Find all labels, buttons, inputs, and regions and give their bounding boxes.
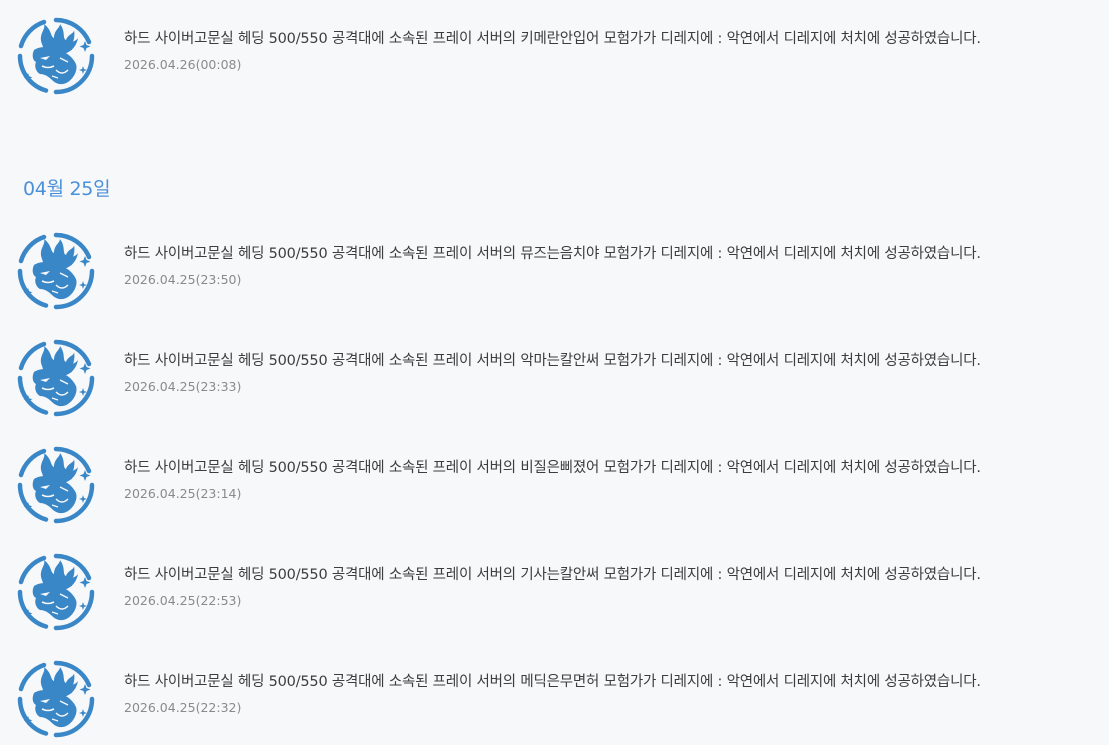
entry-timestamp: 2026.04.26(00:08)	[124, 57, 242, 72]
achievement-feed: 하드 사이버고문실 헤딩 500/550 공격대에 소속된 프레이 서버의 키메…	[0, 0, 1109, 745]
entry-timestamp: 2026.04.25(22:32)	[124, 700, 242, 715]
raid-boss-emblem-icon	[16, 445, 96, 525]
entry-message: 하드 사이버고문실 헤딩 500/550 공격대에 소속된 프레이 서버의 키메…	[124, 31, 981, 47]
raid-boss-emblem-icon	[16, 16, 96, 96]
entry-message: 하드 사이버고문실 헤딩 500/550 공격대에 소속된 프레이 서버의 뮤즈…	[124, 246, 981, 262]
entry-timestamp: 2026.04.25(22:53)	[124, 593, 242, 608]
feed-entry[interactable]: 하드 사이버고문실 헤딩 500/550 공격대에 소속된 프레이 서버의 악마…	[16, 338, 1096, 418]
raid-boss-emblem-icon	[16, 552, 96, 632]
feed-entry[interactable]: 하드 사이버고문실 헤딩 500/550 공격대에 소속된 프레이 서버의 기사…	[16, 552, 1096, 632]
entry-message: 하드 사이버고문실 헤딩 500/550 공격대에 소속된 프레이 서버의 메딕…	[124, 674, 981, 690]
feed-entry[interactable]: 하드 사이버고문실 헤딩 500/550 공격대에 소속된 프레이 서버의 비질…	[16, 445, 1096, 525]
feed-entry[interactable]: 하드 사이버고문실 헤딩 500/550 공격대에 소속된 프레이 서버의 뮤즈…	[16, 231, 1096, 311]
entry-timestamp: 2026.04.25(23:33)	[124, 379, 242, 394]
raid-boss-emblem-icon	[16, 338, 96, 418]
raid-boss-emblem-icon	[16, 659, 96, 739]
entry-timestamp: 2026.04.25(23:50)	[124, 272, 242, 287]
entry-message: 하드 사이버고문실 헤딩 500/550 공격대에 소속된 프레이 서버의 기사…	[124, 567, 981, 583]
feed-entry[interactable]: 하드 사이버고문실 헤딩 500/550 공격대에 소속된 프레이 서버의 키메…	[16, 16, 1096, 96]
entry-message: 하드 사이버고문실 헤딩 500/550 공격대에 소속된 프레이 서버의 악마…	[124, 353, 981, 369]
entry-message: 하드 사이버고문실 헤딩 500/550 공격대에 소속된 프레이 서버의 비질…	[124, 460, 981, 476]
raid-boss-emblem-icon	[16, 231, 96, 311]
entry-timestamp: 2026.04.25(23:14)	[124, 486, 242, 501]
date-group-header: 04월 25일	[23, 178, 111, 200]
feed-entry[interactable]: 하드 사이버고문실 헤딩 500/550 공격대에 소속된 프레이 서버의 메딕…	[16, 659, 1096, 739]
